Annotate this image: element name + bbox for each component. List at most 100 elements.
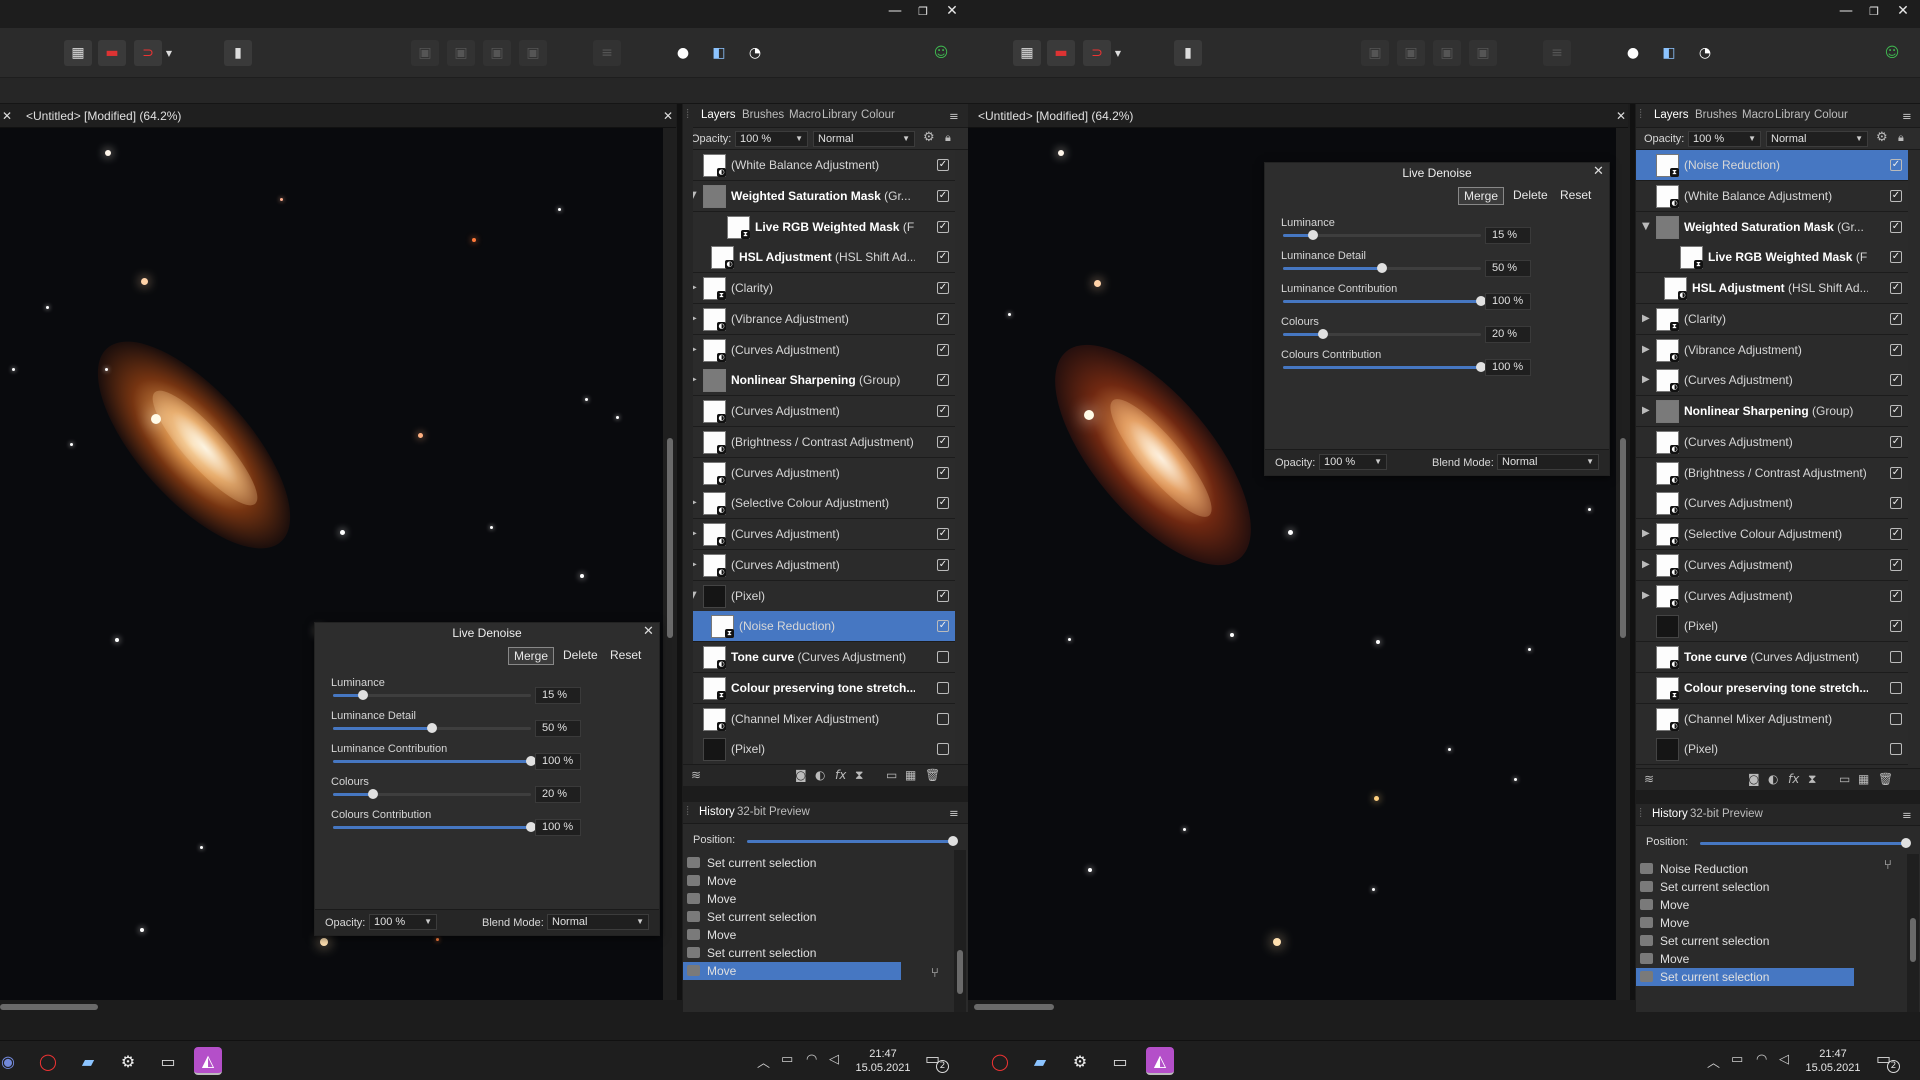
distribute-icon[interactable]: ≡ [593, 40, 621, 66]
param-slider[interactable] [333, 789, 531, 799]
align-icon-4[interactable]: ▣ [1469, 40, 1497, 66]
gear-icon[interactable]: ⚙ [923, 130, 935, 145]
layer-row[interactable]: ▶ ⧗ (Clarity) ✓ [1636, 303, 1908, 335]
layer-row[interactable]: ▶◐(Curves Adjustment)✓ [683, 549, 955, 581]
visibility-checkbox[interactable]: ✓ [937, 343, 949, 356]
layer-row[interactable]: ⧗ Live RGB Weighted Mask (F ✓ [683, 211, 955, 243]
layer-row[interactable]: ▶◐(Curves Adjustment)✓ [1636, 580, 1908, 612]
layer-row[interactable]: ▶◐(Curves Adjustment)✓ [683, 334, 955, 366]
panel-menu-icon[interactable]: ≡ [949, 109, 959, 123]
maximize-button[interactable]: ❐ [913, 5, 933, 18]
expander-icon[interactable]: ▼ [1642, 221, 1650, 232]
fx-icon[interactable]: fx [835, 768, 846, 782]
visibility-checkbox[interactable]: ✓ [937, 405, 949, 417]
photos-icon[interactable]: ▭ [154, 1047, 182, 1075]
history-item[interactable]: Move [1636, 914, 1854, 932]
param-value-field[interactable]: 15 % [535, 687, 581, 704]
lock-icon[interactable]: 🔒︎ [1898, 131, 1904, 145]
tab-layers[interactable]: Layers [701, 109, 736, 121]
assistant-icon[interactable]: ▮ [1174, 40, 1202, 66]
visibility-checkbox[interactable]: ✓ [1890, 405, 1902, 417]
layer-row[interactable]: ◐ Tone curve (Curves Adjustment) [683, 642, 955, 673]
expander-icon[interactable]: ▶ [1642, 313, 1650, 324]
slider-knob[interactable] [1307, 230, 1318, 240]
align-icon-2[interactable]: ▣ [447, 40, 475, 66]
history-position-slider[interactable] [747, 836, 958, 846]
layers-scrollbar[interactable] [683, 126, 693, 784]
param-slider[interactable] [1283, 329, 1481, 339]
visibility-checkbox[interactable] [1890, 712, 1902, 725]
visibility-checkbox[interactable] [1890, 681, 1902, 694]
visibility-checkbox[interactable]: ✓ [1890, 497, 1902, 510]
visibility-checkbox[interactable]: ✓ [937, 620, 949, 633]
visibility-checkbox[interactable]: ✓ [1890, 558, 1902, 571]
align-icon-4[interactable]: ▣ [519, 40, 547, 66]
folder-icon[interactable]: ▭ [1839, 772, 1850, 786]
layer-row[interactable]: ◐ (Brightness / Contrast Adjustment) ✓ [683, 426, 955, 458]
volume-icon[interactable]: ◁ [1779, 1052, 1789, 1067]
expander-icon[interactable]: ▶ [1642, 590, 1650, 601]
layer-row[interactable]: (Pixel) [1636, 734, 1908, 766]
slider-knob[interactable] [427, 723, 437, 733]
layer-row[interactable]: ▶◐(Curves Adjustment)✓ [1636, 549, 1908, 581]
history-item[interactable]: Move [683, 926, 901, 944]
layer-row[interactable]: ⧗ Colour preserving tone stretch... [683, 672, 955, 704]
visibility-checkbox[interactable] [1890, 743, 1902, 756]
param-value-field[interactable]: 15 % [1485, 227, 1531, 244]
expander-icon[interactable]: ▶ [1642, 528, 1650, 539]
discord-icon[interactable]: ◉ [0, 1047, 22, 1075]
param-slider[interactable] [1283, 296, 1486, 306]
affinity-photo-icon[interactable]: ◭ [1146, 1047, 1174, 1075]
visibility-checkbox[interactable]: ✓ [1890, 374, 1902, 387]
visibility-checkbox[interactable]: ✓ [937, 466, 949, 479]
grid-icon[interactable]: ▦ [1013, 40, 1041, 66]
distribute-icon[interactable]: ≡ [1543, 40, 1571, 66]
history-position-slider[interactable] [1700, 838, 1911, 848]
adjustment-icon[interactable]: ◐ [1768, 772, 1778, 786]
merge-button[interactable]: Merge [508, 647, 555, 665]
visibility-checkbox[interactable]: ✓ [1890, 620, 1902, 633]
refine-icon[interactable]: ◔ [1691, 40, 1719, 66]
layer-row[interactable]: ⧗ (Noise Reduction) ✓ [1636, 150, 1908, 181]
tab-macro[interactable]: Macro [789, 109, 821, 121]
layer-row[interactable]: ◐ HSL Adjustment (HSL Shift Ad... ✓ [1636, 273, 1908, 304]
dropdown-icon[interactable]: ▼ [163, 40, 175, 66]
param-value-field[interactable]: 50 % [535, 720, 581, 737]
layer-row[interactable]: (Pixel) ✓ [1636, 611, 1908, 643]
notepad-icon[interactable]: ▰ [1026, 1047, 1054, 1075]
close-dialog-icon[interactable]: ✕ [643, 624, 654, 639]
visibility-checkbox[interactable]: ✓ [937, 282, 949, 294]
assistant-icon[interactable]: ▮ [224, 40, 252, 66]
refine-icon[interactable]: ◔ [741, 40, 769, 66]
layer-row[interactable]: ▶◐(Selective Colour Adjustment)✓ [683, 488, 955, 520]
maximize-button[interactable]: ❐ [1864, 5, 1884, 18]
param-slider[interactable] [333, 756, 536, 766]
close-doc-icon[interactable]: ✕ [1616, 104, 1626, 128]
param-value-field[interactable]: 20 % [535, 786, 581, 803]
visibility-checkbox[interactable]: ✓ [1890, 159, 1902, 171]
history-scrollbar[interactable] [954, 850, 966, 1012]
layer-row[interactable]: ◐ (Curves Adjustment) ✓ [683, 396, 955, 427]
tab-layers[interactable]: Layers [1654, 109, 1689, 121]
reset-button[interactable]: Reset [605, 647, 646, 665]
visibility-checkbox[interactable]: ✓ [937, 497, 949, 510]
close-dialog-icon[interactable]: ✕ [1593, 164, 1604, 179]
branch-icon[interactable]: ⑂ [931, 966, 939, 981]
history-item[interactable]: Move [1636, 896, 1854, 914]
slider-knob[interactable] [357, 690, 368, 700]
gear-icon[interactable]: ⚙ [1876, 130, 1888, 145]
param-slider[interactable] [333, 822, 536, 832]
magnet-icon[interactable]: ⊃ [134, 40, 162, 66]
snapping-icon[interactable]: ▬ [98, 40, 126, 66]
layer-row[interactable]: ▶Nonlinear Sharpening (Group)✓ [683, 365, 955, 397]
tray-chevron-icon[interactable]: ︿ [1707, 1052, 1720, 1071]
param-value-field[interactable]: 50 % [1485, 260, 1531, 277]
minimize-button[interactable]: — [1836, 3, 1856, 19]
reset-button[interactable]: Reset [1555, 187, 1596, 205]
history-item[interactable]: Set current selection [683, 944, 901, 962]
layer-row[interactable]: ◐ (Channel Mixer Adjustment) [683, 703, 955, 735]
layer-row[interactable]: ◐ (Channel Mixer Adjustment) [1636, 703, 1908, 735]
opacity-dropdown[interactable]: 100 % ▼ [369, 914, 437, 930]
visibility-checkbox[interactable]: ✓ [937, 435, 949, 448]
tab-colour[interactable]: Colour [1814, 109, 1848, 121]
